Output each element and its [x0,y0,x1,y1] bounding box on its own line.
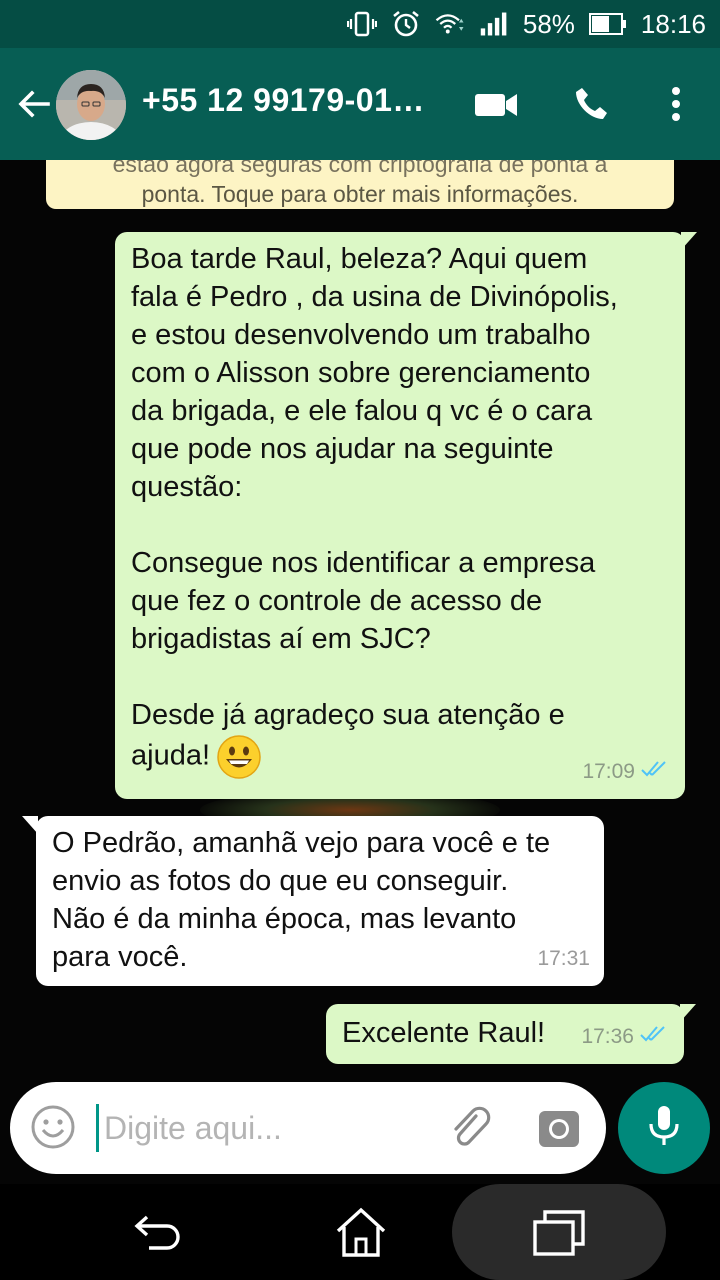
wifi-icon [435,9,465,39]
message-text: Excelente Raul! [342,1017,546,1049]
nav-back-icon[interactable] [124,1198,194,1268]
message-text: O Pedrão, amanhã vejo para você e te env… [52,827,551,973]
incoming-message[interactable]: O Pedrão, amanhã vejo para você e te env… [22,816,604,986]
message-meta: 17:36 [581,1018,670,1056]
mic-icon [647,1104,681,1153]
alarm-icon [391,9,421,39]
system-nav-bar [0,1184,720,1280]
message-time: 17:36 [581,1025,634,1048]
message-time: 17:09 [582,760,635,783]
attach-icon[interactable] [446,1104,494,1152]
message-list[interactable]: estão agora seguras com criptografia de … [0,160,720,1080]
battery-percent: 58% [522,8,575,39]
read-ticks-icon [640,1018,670,1056]
video-call-icon[interactable] [470,78,522,130]
read-ticks-icon [641,753,671,791]
phone-icon[interactable] [566,78,618,130]
message-input-container[interactable] [10,1082,606,1174]
encryption-notice-line1: estão agora seguras com criptografia de … [112,160,608,177]
contact-name[interactable]: +55 12 99179-01… [142,82,425,119]
composer-bar [0,1080,720,1184]
mic-button[interactable] [618,1082,710,1174]
camera-icon[interactable] [536,1106,582,1152]
avatar[interactable] [56,70,126,140]
text-caret [96,1104,99,1152]
signal-icon [479,9,509,39]
more-options-icon[interactable] [650,78,702,130]
back-arrow-icon[interactable] [14,84,54,124]
clock: 18:16 [640,8,706,39]
encryption-notice[interactable]: estão agora seguras com criptografia de … [46,160,674,209]
encryption-notice-line2: ponta. Toque para obter mais informações… [141,181,579,207]
outgoing-message[interactable]: Excelente Raul! 17:36 [326,1004,696,1064]
bubble-tail [680,1004,696,1022]
status-bar: 58% 18:16 [0,0,720,48]
emoji-icon[interactable] [30,1104,76,1150]
message-time: 17:31 [537,947,590,970]
nav-recents-icon[interactable] [524,1198,594,1268]
message-text: Boa tarde Raul, beleza? Aqui quem fala é… [131,243,618,772]
chat-header: +55 12 99179-01… [0,48,720,160]
message-input[interactable] [104,1102,434,1154]
message-meta: 17:31 [537,940,590,978]
vibrate-icon [346,9,377,39]
bubble-tail [681,232,697,250]
battery-icon [588,13,627,35]
outgoing-message[interactable]: Boa tarde Raul, beleza? Aqui quem fala é… [115,232,697,799]
message-meta: 17:09 [582,753,671,791]
smiley-emoji-icon [216,734,262,780]
nav-home-icon[interactable] [326,1198,396,1268]
bubble-tail [22,816,38,834]
